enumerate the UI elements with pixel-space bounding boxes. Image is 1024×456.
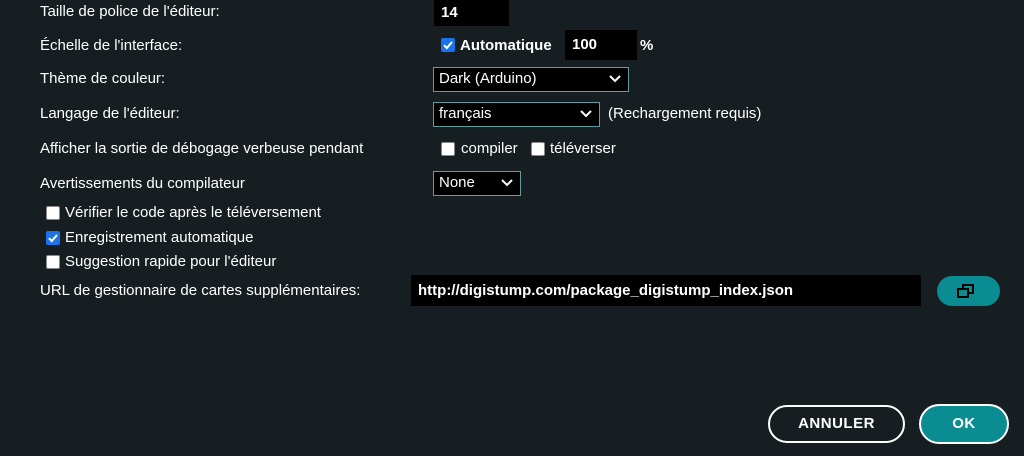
- board-manager-urls-label: URL de gestionnaire de cartes supplément…: [40, 282, 361, 299]
- auto-save-label: Enregistrement automatique: [65, 229, 254, 246]
- font-size-input[interactable]: 14: [434, 0, 509, 26]
- verify-after-upload-checkbox[interactable]: [46, 206, 60, 220]
- ok-button[interactable]: OK: [919, 404, 1009, 444]
- cancel-button[interactable]: ANNULER: [768, 405, 905, 443]
- verbose-output-label: Afficher la sortie de débogage verbeuse …: [40, 140, 364, 157]
- auto-scale-label: Automatique: [460, 37, 552, 54]
- chevron-down-icon: [609, 75, 621, 83]
- verbose-upload-checkbox[interactable]: [531, 142, 545, 156]
- theme-label: Thème de couleur:: [40, 70, 166, 87]
- checkmark-icon: [443, 41, 453, 50]
- compiler-warnings-label: Avertissements du compilateur: [40, 175, 245, 192]
- scale-unit: %: [640, 37, 654, 54]
- compiler-warnings-selected-value: None: [439, 174, 475, 191]
- quick-suggestions-checkbox[interactable]: [46, 255, 60, 269]
- verbose-upload-label: téléverser: [550, 140, 616, 157]
- compiler-warnings-select[interactable]: None: [433, 171, 521, 196]
- editor-language-label: Langage de l'éditeur:: [40, 105, 180, 122]
- theme-selected-value: Dark (Arduino): [439, 70, 537, 87]
- scale-value-input[interactable]: 100: [565, 30, 637, 60]
- reload-required-note: (Rechargement requis): [608, 105, 762, 122]
- font-size-label: Taille de police de l'éditeur:: [40, 3, 220, 20]
- language-select[interactable]: français: [433, 102, 600, 127]
- chevron-down-icon: [580, 110, 592, 118]
- preferences-dialog: Taille de police de l'éditeur: 14 Échell…: [0, 0, 1024, 456]
- auto-save-checkbox[interactable]: [46, 231, 60, 245]
- verify-after-upload-label: Vérifier le code après le téléversement: [65, 204, 321, 221]
- interface-scale-label: Échelle de l'interface:: [40, 37, 183, 54]
- checkmark-icon: [48, 234, 58, 243]
- open-window-icon: [957, 284, 974, 298]
- open-urls-editor-button[interactable]: [937, 276, 1000, 306]
- verbose-compile-checkbox[interactable]: [441, 142, 455, 156]
- board-manager-urls-input[interactable]: http://digistump.com/package_digistump_i…: [411, 275, 921, 306]
- theme-select[interactable]: Dark (Arduino): [433, 67, 629, 92]
- quick-suggestions-label: Suggestion rapide pour l'éditeur: [65, 253, 277, 270]
- language-selected-value: français: [439, 105, 492, 122]
- chevron-down-icon: [501, 179, 513, 187]
- verbose-compile-label: compiler: [461, 140, 518, 157]
- auto-scale-checkbox[interactable]: [441, 38, 455, 52]
